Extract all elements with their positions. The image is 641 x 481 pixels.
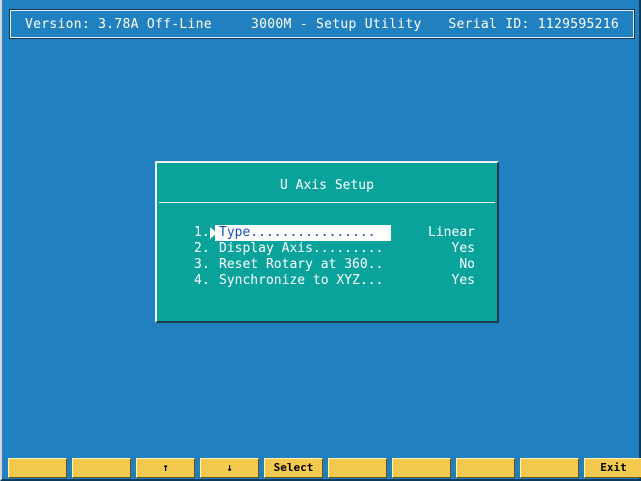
menu-item-number: 4. <box>194 273 210 288</box>
f2-key[interactable] <box>72 458 131 478</box>
menu-item-value: Yes <box>451 273 475 288</box>
menu-item-label: Reset Rotary at 360.. <box>219 257 384 272</box>
serial-id-label: Serial ID: 1129595216 <box>448 17 619 32</box>
down-arrow-key[interactable]: ↓ <box>200 458 259 478</box>
menu-item-number: 1. <box>194 225 210 240</box>
menu-item-label: Display Axis......... <box>219 241 384 256</box>
menu-item-synchronize-xyz[interactable]: 4. Synchronize to XYZ... Yes <box>157 273 497 289</box>
select-key[interactable]: Select <box>264 458 323 478</box>
menu-item-label: Synchronize to XYZ... <box>219 273 384 288</box>
exit-key[interactable]: Exit <box>584 458 641 478</box>
dialog-title: U Axis Setup <box>280 178 374 193</box>
menu-item-reset-rotary[interactable]: 3. Reset Rotary at 360.. No <box>157 257 497 273</box>
f6-key[interactable] <box>328 458 387 478</box>
f8-key[interactable] <box>456 458 515 478</box>
menu-item-value: Yes <box>451 241 475 256</box>
menu-item-label: Type................ <box>215 225 391 241</box>
menu-item-value: No <box>459 257 475 272</box>
menu-item-value: Linear <box>428 225 475 240</box>
u-axis-setup-dialog: U Axis Setup 1. Type................ Lin… <box>155 161 499 323</box>
function-key-bar: ↑ ↓ Select Exit <box>8 458 641 478</box>
up-arrow-key[interactable]: ↑ <box>136 458 195 478</box>
setup-screen: Version: 3.78A Off-Line 3000M - Setup Ut… <box>0 0 641 481</box>
menu-item-number: 3. <box>194 257 210 272</box>
menu-item-number: 2. <box>194 241 210 256</box>
dialog-divider <box>159 202 495 203</box>
menu-item-type[interactable]: 1. Type................ Linear <box>157 225 497 241</box>
menu-item-display-axis[interactable]: 2. Display Axis......... Yes <box>157 241 497 257</box>
header-bar: Version: 3.78A Off-Line 3000M - Setup Ut… <box>9 9 635 39</box>
app-title: 3000M - Setup Utility <box>251 17 422 32</box>
version-label: Version: 3.78A Off-Line <box>25 17 212 32</box>
f9-key[interactable] <box>520 458 579 478</box>
f1-key[interactable] <box>8 458 67 478</box>
f7-key[interactable] <box>392 458 451 478</box>
